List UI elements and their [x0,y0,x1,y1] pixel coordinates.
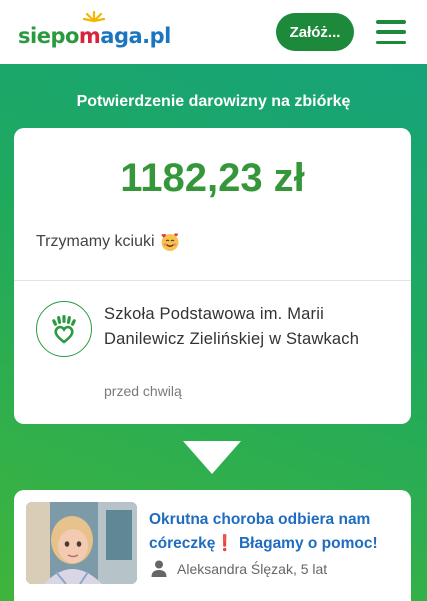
logo-text-2: m [78,24,101,48]
logo-text-3: aga [100,24,143,48]
child-photo-icon [26,502,137,584]
person-icon [151,560,167,577]
hamburger-icon[interactable] [376,20,406,44]
siepomaga-logo[interactable]: siepo m aga .pl [18,11,171,48]
donor-name: Szkoła Podstawowa im. Marii Danilewicz Z… [104,305,360,348]
card-divider [14,280,411,281]
confirmation-section: Potwierdzenie darowizny na zbiórkę 1182,… [0,64,427,601]
donor-avatar [36,301,92,357]
beneficiary-name: Aleksandra Ślęzak, 5 lat [177,560,328,577]
fundraiser-thumbnail[interactable] [26,502,137,584]
donation-message: Trzymamy kciuki [36,232,180,252]
sun-rays-icon [82,11,105,23]
fundraiser-card[interactable]: Okrutna choroba odbiera nam córeczkę❗ Bł… [14,490,411,601]
logo-text-4: .pl [142,24,171,48]
beneficiary: Aleksandra Ślęzak, 5 lat [151,560,327,577]
site-header: siepo m aga .pl Załóż... [0,0,427,64]
create-fundraiser-button[interactable]: Załóż... [276,13,354,51]
donation-amount: 1182,23 zł [120,156,305,200]
page-title: Potwierdzenie darowizny na zbiórkę [76,93,351,110]
fundraiser-title-link[interactable]: Okrutna choroba odbiera nam córeczkę❗ Bł… [149,508,399,556]
fundraiser-title-text-2: Błagamy o pomoc! [234,535,378,552]
donation-timestamp: przed chwilą [104,383,182,399]
arrow-down-icon [183,441,241,474]
exclamation-icon: ❗ [215,535,235,552]
smiling-face-with-hearts-icon [161,233,179,251]
logo-text-1: siepo [18,24,79,48]
logo-heart-letter: m [78,11,105,48]
hands-heart-icon [52,315,76,344]
donation-message-text: Trzymamy kciuki [36,233,155,250]
donation-card: 1182,23 zł Trzymamy kciuki Szkoła Podsta… [14,128,411,424]
